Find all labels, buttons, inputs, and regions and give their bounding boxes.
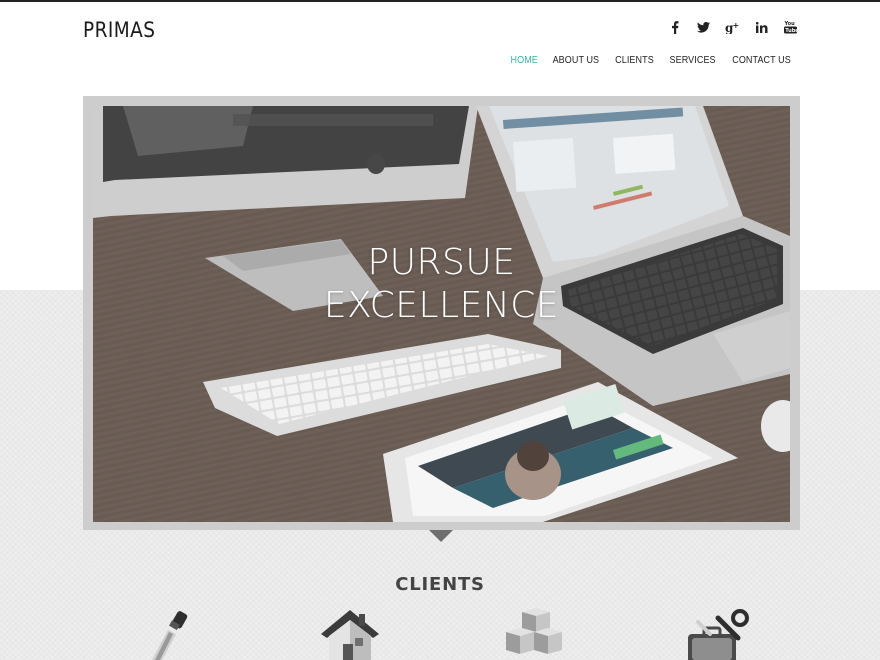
top-border [0, 0, 880, 2]
nav-item-services[interactable]: SERVICES [669, 55, 715, 66]
twitter-icon[interactable] [689, 18, 718, 36]
nav-item-contact-us[interactable]: CONTACT US [732, 55, 791, 66]
house-icon[interactable] [315, 608, 385, 660]
clients-heading: CLIENTS [395, 574, 485, 595]
linkedin-icon[interactable] [747, 18, 776, 36]
hero-image: PURSUE EXCELLENCE [93, 106, 790, 522]
site-logo[interactable]: PRIMAS [83, 18, 155, 42]
youtube-icon[interactable]: YouTube [776, 18, 805, 36]
nav-item-about-us[interactable]: ABOUT US [553, 55, 600, 66]
facebook-icon[interactable] [660, 18, 689, 36]
nav-item-clients[interactable]: CLIENTS [615, 55, 654, 66]
svg-text:You: You [784, 21, 795, 27]
google-plus-icon[interactable]: g + [718, 18, 747, 36]
main-nav: HOME ABOUT US CLIENTS SERVICES CONTACT U… [509, 55, 794, 66]
dropper-icon[interactable] [140, 608, 210, 660]
nav-item-home[interactable]: HOME [510, 55, 537, 66]
hero-pointer-arrow [429, 530, 453, 542]
svg-text:Tube: Tube [785, 28, 797, 34]
hero-headline-line1: PURSUE [367, 242, 516, 283]
svg-text:+: + [733, 21, 740, 30]
hero-headline: PURSUE EXCELLENCE [93, 241, 790, 327]
hero-headline-line2: EXCELLENCE [323, 285, 560, 326]
social-links: g+ YouTube [660, 18, 805, 36]
cubes-icon[interactable] [498, 608, 568, 660]
tools-icon[interactable] [680, 608, 750, 660]
